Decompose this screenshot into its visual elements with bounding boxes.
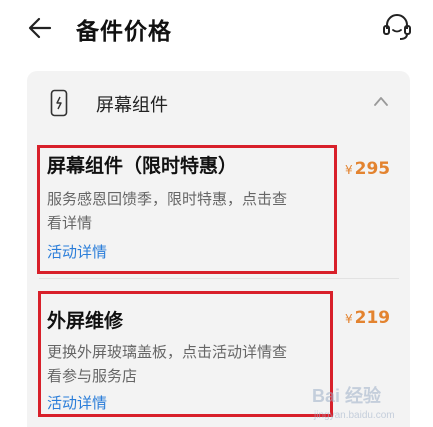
watermark: Bai 经验 jingyan.baidu.com [312, 385, 395, 421]
divider [39, 278, 399, 279]
headset-icon[interactable] [380, 10, 414, 44]
item-title: 外屏维修 [47, 310, 124, 332]
item-price: ¥219 [345, 308, 391, 328]
item-description: 服务感恩回馈季，限时特惠，点击查 看详情 [47, 190, 288, 232]
item-title: 屏幕组件（限时特惠） [47, 155, 238, 177]
activity-details-link[interactable]: 活动详情 [47, 241, 107, 262]
svg-text:jingyan.baidu.com: jingyan.baidu.com [313, 410, 395, 421]
parts-price-card: 屏幕组件 屏幕组件（限时特惠） 服务感恩回馈季，限时特惠，点击查 看详情 活动详… [27, 71, 410, 427]
chevron-up-icon[interactable] [373, 95, 389, 107]
activity-details-link[interactable]: 活动详情 [47, 392, 107, 413]
arrow-left-icon[interactable] [26, 14, 54, 42]
section-title: 屏幕组件 [96, 95, 168, 116]
section-header-screen-components[interactable]: 屏幕组件 [27, 71, 410, 133]
item-price: ¥295 [345, 159, 391, 179]
top-bar: 备件价格 [0, 0, 433, 60]
page-title: 备件价格 [76, 19, 172, 45]
svg-text:Bai 经验: Bai 经验 [312, 385, 382, 406]
list-item-screen-component-special[interactable]: 屏幕组件（限时特惠） 服务感恩回馈季，限时特惠，点击查 看详情 活动详情 ¥29… [27, 143, 410, 273]
phone-icon [50, 89, 68, 117]
item-description: 更换外屏玻璃盖板，点击活动详情查 看参与服务店 [47, 343, 288, 385]
